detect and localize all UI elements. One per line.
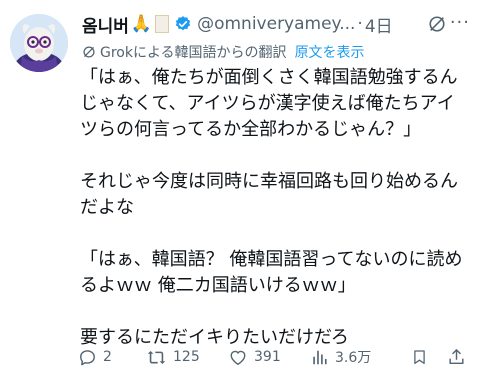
like-count: 391 xyxy=(254,349,281,365)
timestamp[interactable]: 4日 xyxy=(365,12,393,37)
share-button[interactable] xyxy=(447,347,472,367)
reply-button[interactable]: 2 xyxy=(78,348,146,367)
grok-icon xyxy=(83,46,95,58)
share-icon xyxy=(449,349,464,365)
reply-count: 2 xyxy=(103,349,112,365)
action-bar: 2 125 391 3.6万 xyxy=(78,345,472,369)
translation-label: Grokによる韓国語からの翻訳 xyxy=(100,45,287,61)
handle[interactable]: @omniveryamey... xyxy=(197,14,355,34)
repost-count: 125 xyxy=(173,349,200,365)
post-paragraph: それじゃ今度は同時に幸福回路も回り始めるん だよな xyxy=(80,171,458,218)
repost-icon xyxy=(147,350,166,364)
post-text: 「はぁ、俺たちが面倒くさく韓国語勉強するん じゃなくて、アイツらが漢字使えば俺た… xyxy=(80,65,470,351)
translation-notice: Grokによる韓国語からの翻訳 原文を表示 xyxy=(82,42,365,62)
verified-badge-icon[interactable] xyxy=(174,15,192,33)
flag-icon xyxy=(155,15,170,33)
repost-button[interactable]: 125 xyxy=(146,348,228,367)
reply-icon xyxy=(80,349,95,365)
heart-icon xyxy=(230,350,246,365)
separator: · xyxy=(357,14,363,34)
more-options-button[interactable]: ··· xyxy=(450,12,470,33)
bookmark-button[interactable] xyxy=(411,347,447,367)
views-button[interactable]: 3.6万 xyxy=(311,347,411,367)
post-header: 옴니버 🙏 @omniveryamey... · 4日 xyxy=(82,10,466,38)
show-original-link[interactable]: 原文を表示 xyxy=(295,42,365,62)
grok-icon[interactable] xyxy=(428,15,446,37)
name-emoji: 🙏 xyxy=(130,14,153,34)
views-chart-icon xyxy=(313,350,327,364)
avatar[interactable] xyxy=(10,14,68,72)
views-count: 3.6万 xyxy=(335,350,372,366)
like-button[interactable]: 391 xyxy=(228,348,311,367)
display-name[interactable]: 옴니버 xyxy=(82,12,129,37)
bookmark-icon xyxy=(414,350,425,365)
post-paragraph: 「はぁ、韓国語？ 俺韓国語習ってないのに読め るよｗｗ 俺二カ国語いけるｗｗ」 xyxy=(80,249,463,296)
post-paragraph: 「はぁ、俺たちが面倒くさく韓国語勉強するん じゃなくて、アイツらが漢字使えば俺た… xyxy=(80,67,458,140)
avatar-image xyxy=(10,14,68,72)
